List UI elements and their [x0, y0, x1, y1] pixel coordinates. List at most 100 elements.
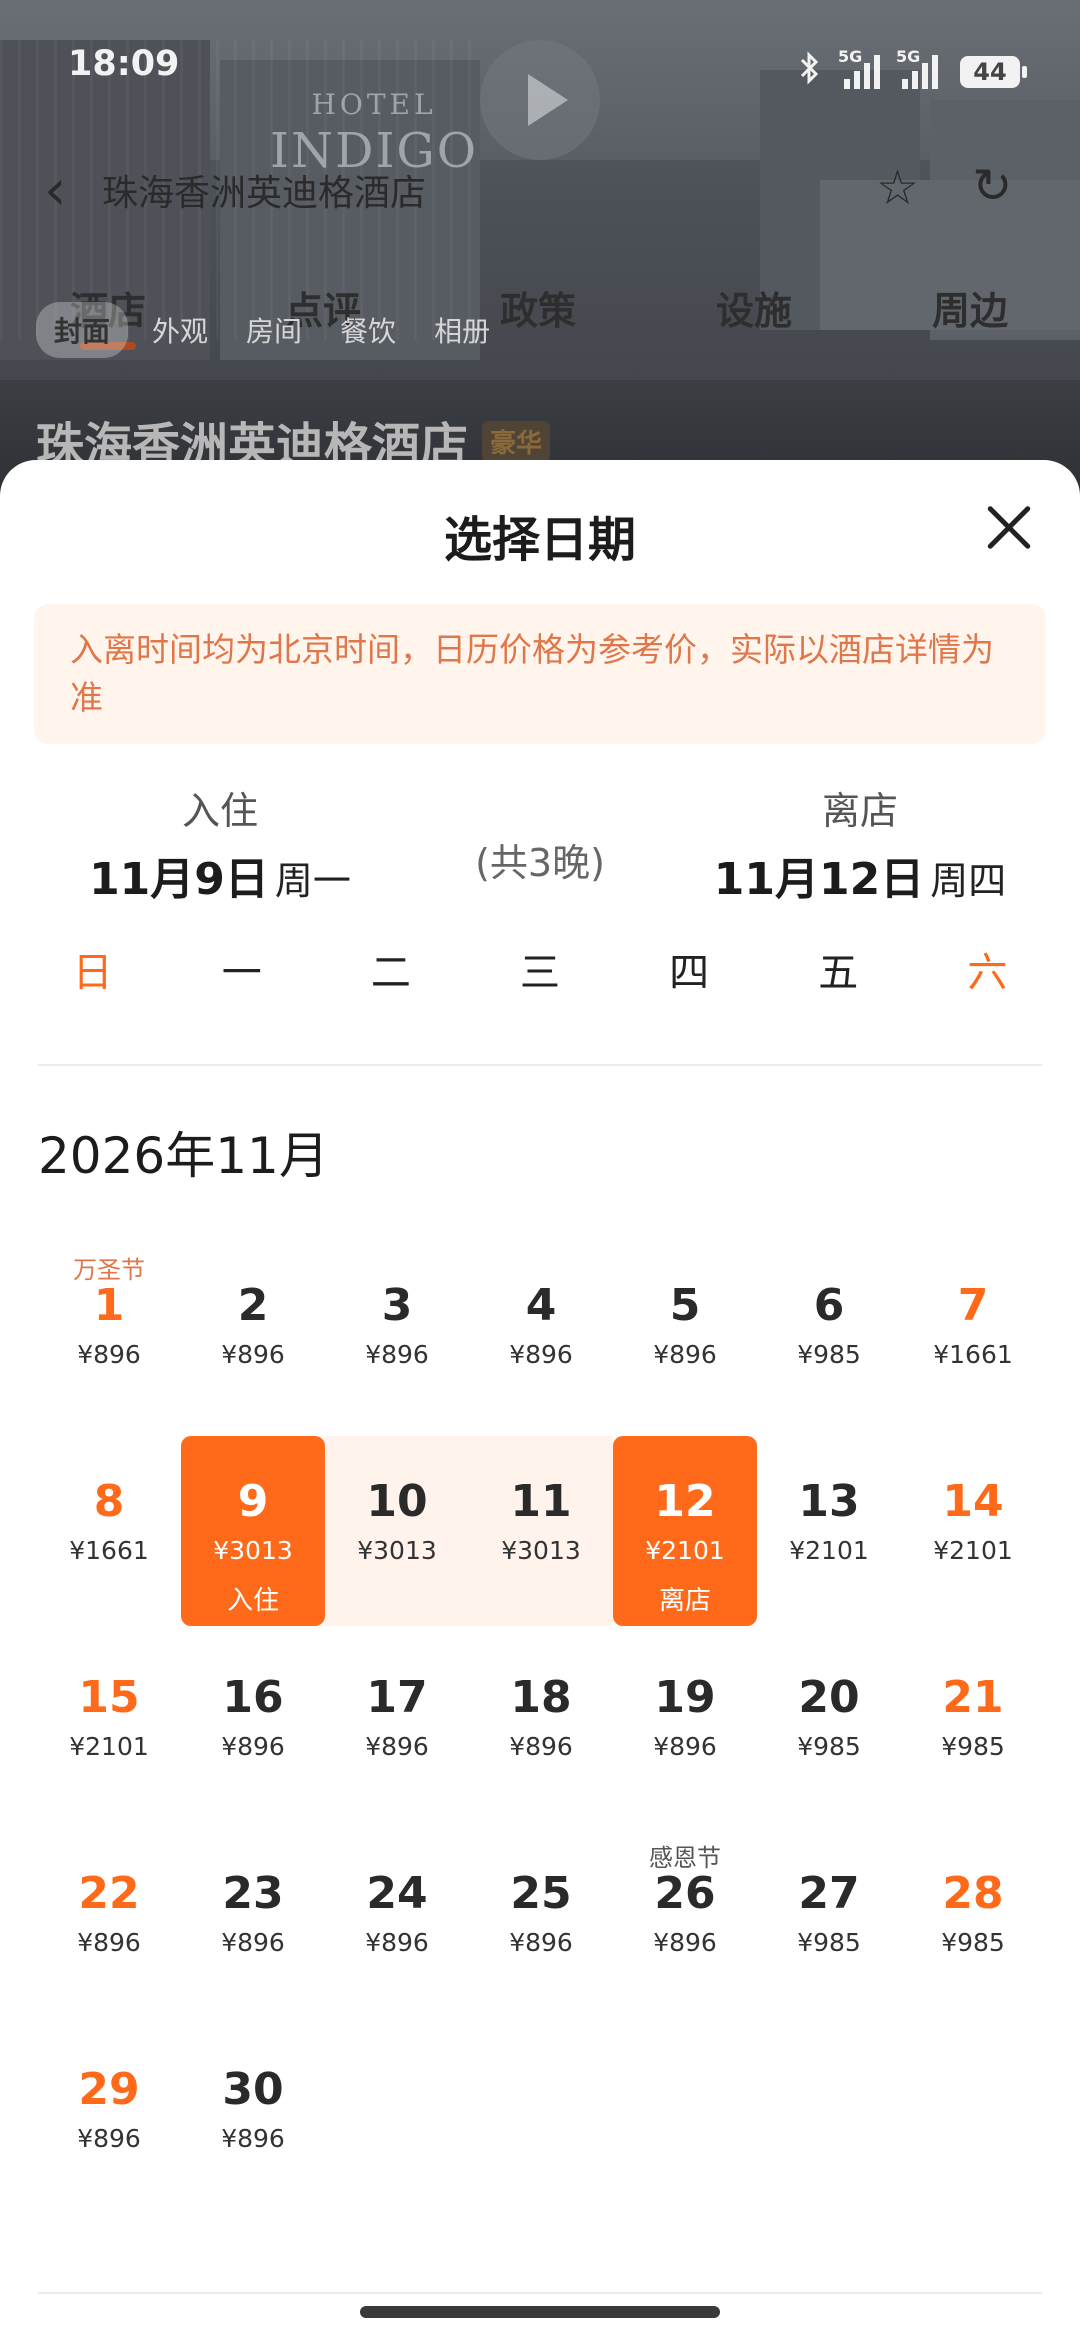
sheet-title: 选择日期 [443, 512, 636, 568]
home-indicator [360, 2306, 720, 2318]
calendar-day-30[interactable]: 30 ¥896 [181, 2024, 325, 2214]
day-number: 4 [525, 1280, 557, 1331]
close-icon[interactable] [976, 496, 1040, 560]
weekday-wed: 三 [519, 950, 560, 996]
checkout-date-line: 11月12日 周四 [700, 843, 1020, 907]
calendar-day-5[interactable]: 5 ¥896 [613, 1240, 757, 1430]
calendar-day-26[interactable]: 感恩节 26 ¥896 [613, 1828, 757, 2018]
calendar-day-19[interactable]: 19 ¥896 [613, 1632, 757, 1822]
day-number: 1 [93, 1280, 125, 1331]
day-price: ¥985 [941, 1732, 1005, 1761]
day-number: 7 [957, 1280, 989, 1331]
calendar-day-9[interactable]: 9 ¥3013 入住 [181, 1436, 325, 1626]
day-price: ¥2101 [645, 1536, 725, 1565]
timezone-notice: 入离时间均为北京时间，日历价格为参考价，实际以酒店详情为准 [34, 604, 1046, 744]
calendar-day-20[interactable]: 20 ¥985 [757, 1632, 901, 1822]
calendar-day-8[interactable]: 8 ¥1661 [37, 1436, 181, 1626]
day-price: ¥3013 [357, 1536, 437, 1565]
calendar-day-18[interactable]: 18 ¥896 [469, 1632, 613, 1822]
signal-tag: 5G [896, 46, 921, 66]
signal-tag: 5G [838, 46, 863, 66]
calendar-day-25[interactable]: 25 ¥896 [469, 1828, 613, 2018]
calendar-day-15[interactable]: 15 ¥2101 [37, 1632, 181, 1822]
calendar-day-12[interactable]: 12 ¥2101 离店 [613, 1436, 757, 1626]
weekday-mon: 一 [221, 950, 262, 996]
nights-count: (共3晚) [475, 841, 605, 885]
tab-facilities[interactable]: 设施 [716, 280, 792, 335]
checkin-weekday: 周一 [274, 859, 351, 903]
calendar-day-10[interactable]: 10 ¥3013 [325, 1436, 469, 1626]
calendar-day-7[interactable]: 7 ¥1661 [901, 1240, 1045, 1430]
day-price: ¥985 [797, 1732, 861, 1761]
calendar-day-21[interactable]: 21 ¥985 [901, 1632, 1045, 1822]
refresh-icon[interactable]: ↻ [972, 158, 1012, 214]
checkin-date: 11月9日 [89, 854, 269, 905]
stay-range-summary: 入住 11月9日 周一 (共3晚) 离店 11月12日 周四 [0, 780, 1080, 920]
weekday-thu: 四 [669, 950, 710, 996]
day-price: ¥896 [221, 1928, 285, 1957]
day-number: 14 [942, 1476, 1004, 1527]
checkin-marker: 入住 [226, 1586, 279, 1616]
day-number: 13 [798, 1476, 860, 1527]
day-number: 6 [813, 1280, 845, 1331]
calendar-day-17[interactable]: 17 ¥896 [325, 1632, 469, 1822]
favorite-star-icon[interactable]: ☆ [876, 160, 919, 216]
day-number: 30 [222, 2064, 284, 2115]
day-number: 16 [222, 1672, 284, 1723]
bluetooth-icon [798, 50, 822, 93]
day-number: 17 [366, 1672, 428, 1723]
day-number: 25 [510, 1868, 572, 1919]
checkout-label: 离店 [821, 789, 898, 833]
calendar-day-24[interactable]: 24 ¥896 [325, 1828, 469, 2018]
date-picker-sheet: 选择日期 入离时间均为北京时间，日历价格为参考价，实际以酒店详情为准 入住 11… [0, 460, 1080, 2344]
day-number: 15 [78, 1672, 140, 1723]
day-number: 26 [654, 1868, 716, 1919]
calendar-day-6[interactable]: 6 ¥985 [757, 1240, 901, 1430]
month-label: 2026年11月 [38, 1127, 329, 1185]
day-number: 23 [222, 1868, 284, 1919]
tab-nearby[interactable]: 周边 [932, 280, 1008, 335]
chip-dining[interactable]: 餐饮 [326, 304, 410, 356]
calendar-day-23[interactable]: 23 ¥896 [181, 1828, 325, 2018]
day-price: ¥896 [509, 1732, 573, 1761]
weekday-sun: 日 [72, 950, 113, 996]
calendar-day-2[interactable]: 2 ¥896 [181, 1240, 325, 1430]
day-number: 3 [381, 1280, 413, 1331]
calendar-day-1[interactable]: 万圣节 1 ¥896 [37, 1240, 181, 1430]
chip-cover[interactable]: 封面 [36, 302, 129, 358]
calendar-day-4[interactable]: 4 ¥896 [469, 1240, 613, 1430]
calendar-day-28[interactable]: 28 ¥985 [901, 1828, 1045, 2018]
chip-album[interactable]: 相册 [420, 304, 504, 356]
calendar-day-13[interactable]: 13 ¥2101 [757, 1436, 901, 1626]
day-price: ¥896 [365, 1928, 429, 1957]
back-icon[interactable]: ‹ [44, 158, 66, 223]
calendar-day-11[interactable]: 11 ¥3013 [469, 1436, 613, 1626]
checkin-summary[interactable]: 入住 11月9日 周一 [60, 780, 380, 907]
day-price: ¥896 [509, 1340, 573, 1369]
day-number: 11 [510, 1476, 572, 1527]
divider [38, 2292, 1042, 2294]
day-price: ¥896 [221, 1340, 285, 1369]
chip-rooms[interactable]: 房间 [232, 304, 316, 356]
calendar-day-22[interactable]: 22 ¥896 [37, 1828, 181, 2018]
checkout-summary[interactable]: 离店 11月12日 周四 [700, 780, 1020, 907]
divider [38, 1064, 1042, 1066]
tab-policy[interactable]: 政策 [500, 280, 576, 335]
day-price: ¥896 [653, 1732, 717, 1761]
calendar-day-16[interactable]: 16 ¥896 [181, 1632, 325, 1822]
day-price: ¥2101 [69, 1732, 149, 1761]
day-price: ¥985 [941, 1928, 1005, 1957]
calendar-day-29[interactable]: 29 ¥896 [37, 2024, 181, 2214]
signal-icon: 5G [838, 47, 880, 89]
photo-category-chips: 封面 外观 房间 餐饮 相册 [36, 302, 504, 358]
calendar-day-3[interactable]: 3 ¥896 [325, 1240, 469, 1430]
day-price: ¥896 [509, 1928, 573, 1957]
day-number: 20 [798, 1672, 860, 1723]
weekday-header: 日 一 二 三 四 五 六 [18, 940, 1062, 1000]
day-number: 8 [93, 1476, 125, 1527]
day-price: ¥985 [797, 1928, 861, 1957]
day-number: 5 [669, 1280, 701, 1331]
chip-exterior[interactable]: 外观 [138, 304, 222, 356]
calendar-day-27[interactable]: 27 ¥985 [757, 1828, 901, 2018]
calendar-day-14[interactable]: 14 ¥2101 [901, 1436, 1045, 1626]
